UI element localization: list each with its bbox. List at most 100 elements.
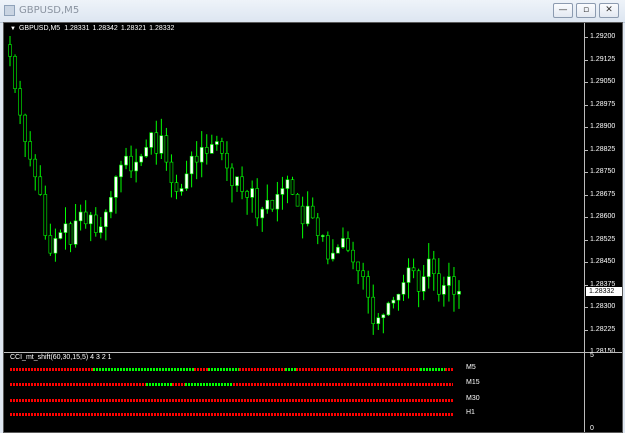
candle bbox=[215, 135, 219, 151]
bear-segment bbox=[10, 399, 453, 402]
chart-window-icon bbox=[4, 5, 15, 16]
candle-body bbox=[250, 188, 254, 198]
candle-body bbox=[189, 155, 194, 175]
candle bbox=[346, 231, 350, 253]
candle-body bbox=[28, 141, 32, 160]
price-tick-label: 1.28300 bbox=[590, 303, 616, 310]
candle-body bbox=[13, 56, 17, 89]
candle bbox=[250, 180, 254, 213]
candle bbox=[381, 313, 386, 334]
indicator-row-label: H1 bbox=[466, 409, 475, 416]
candle-body bbox=[285, 179, 290, 189]
candle bbox=[179, 183, 184, 196]
candle-body bbox=[245, 191, 249, 198]
close-button[interactable]: ✕ bbox=[599, 3, 619, 18]
candle bbox=[371, 284, 376, 335]
candle-body bbox=[73, 220, 78, 245]
window-titlebar[interactable]: GBPUSD,M5 — ▫ ✕ bbox=[0, 0, 625, 23]
bull-segment bbox=[420, 368, 445, 371]
candle bbox=[99, 217, 103, 239]
candle-body bbox=[305, 205, 310, 225]
candle bbox=[194, 141, 199, 180]
indicator-axis-min: 0 bbox=[590, 425, 594, 432]
bear-segment bbox=[10, 383, 146, 386]
bear-segment bbox=[233, 383, 453, 386]
minimize-button[interactable]: — bbox=[553, 3, 573, 18]
chart-area[interactable]: ▼ GBPUSD,M5 1.28331 1.28342 1.28321 1.28332 1… bbox=[3, 22, 623, 433]
candle-body bbox=[225, 152, 229, 169]
current-price-label: 1.28332 bbox=[586, 287, 622, 296]
candle bbox=[78, 204, 83, 231]
candle bbox=[290, 176, 295, 196]
candle bbox=[23, 113, 27, 158]
pane-separator[interactable] bbox=[4, 352, 622, 353]
price-tick-label: 1.28525 bbox=[590, 235, 616, 243]
candle-body bbox=[8, 44, 12, 57]
candle-body bbox=[53, 238, 58, 254]
candle bbox=[295, 192, 300, 207]
restore-button[interactable]: ▫ bbox=[576, 3, 596, 18]
candle bbox=[230, 163, 234, 203]
candle bbox=[53, 228, 58, 262]
candle-body bbox=[164, 135, 169, 163]
candle-body bbox=[18, 88, 22, 116]
candle-body bbox=[43, 194, 48, 236]
candle-body bbox=[386, 302, 391, 316]
candle-body bbox=[275, 194, 280, 210]
candle-body bbox=[144, 147, 149, 157]
candle bbox=[13, 54, 17, 93]
candle bbox=[149, 131, 154, 155]
candle-body bbox=[154, 132, 159, 154]
candle bbox=[457, 280, 461, 309]
candle-body bbox=[320, 235, 325, 237]
price-tick-label: 1.29200 bbox=[590, 33, 616, 40]
candle-body bbox=[270, 199, 275, 210]
candle-body bbox=[391, 299, 396, 304]
candle bbox=[431, 250, 436, 291]
bull-segment bbox=[185, 383, 234, 386]
candle bbox=[391, 296, 396, 309]
bull-segment bbox=[145, 383, 173, 386]
candle bbox=[209, 134, 214, 154]
candlestick-plot[interactable] bbox=[4, 23, 584, 352]
candle-body bbox=[23, 114, 27, 142]
candle-body bbox=[331, 252, 335, 260]
candle bbox=[88, 211, 93, 242]
candle bbox=[114, 175, 118, 214]
candle-body bbox=[452, 276, 456, 295]
candle bbox=[93, 207, 98, 237]
candle-body bbox=[134, 161, 138, 172]
ohlc-high: 1.28342 bbox=[92, 25, 118, 32]
bull-segment bbox=[207, 368, 239, 371]
candle-body bbox=[169, 161, 174, 183]
candle bbox=[416, 268, 421, 308]
indicator-axis-max: 5 bbox=[590, 352, 594, 359]
candle-body bbox=[209, 144, 214, 154]
price-tick-label: 1.28225 bbox=[590, 325, 616, 333]
candle bbox=[189, 151, 194, 188]
candle-body bbox=[184, 173, 189, 189]
candle bbox=[386, 301, 391, 317]
ohlc-low: 1.28321 bbox=[120, 25, 147, 32]
candle bbox=[331, 239, 335, 262]
candle-body bbox=[447, 276, 451, 286]
price-axis[interactable]: 1.29200 1.29125 1.29050 1.28975 1.28900 1.288… bbox=[584, 23, 622, 355]
dropdown-triangle-icon[interactable]: ▼ bbox=[10, 26, 16, 32]
bear-segment bbox=[172, 383, 186, 386]
candle bbox=[38, 165, 43, 196]
candle-body bbox=[240, 176, 244, 192]
price-tick-label: 1.28600 bbox=[590, 213, 616, 220]
chart-symbol: GBPUSD,M5 bbox=[18, 25, 61, 32]
candle bbox=[305, 191, 310, 227]
candle-body bbox=[406, 267, 411, 283]
indicator-axis[interactable]: 5 0 bbox=[584, 352, 622, 432]
candle bbox=[376, 313, 381, 330]
candle bbox=[452, 267, 456, 312]
price-tick-label: 1.29050 bbox=[590, 78, 616, 85]
candle-body bbox=[361, 270, 365, 277]
candle-body bbox=[109, 197, 113, 213]
candle bbox=[204, 134, 209, 165]
candle bbox=[129, 145, 133, 178]
indicator-row-m5 bbox=[10, 368, 453, 371]
window-controls: — ▫ ✕ bbox=[550, 3, 619, 18]
